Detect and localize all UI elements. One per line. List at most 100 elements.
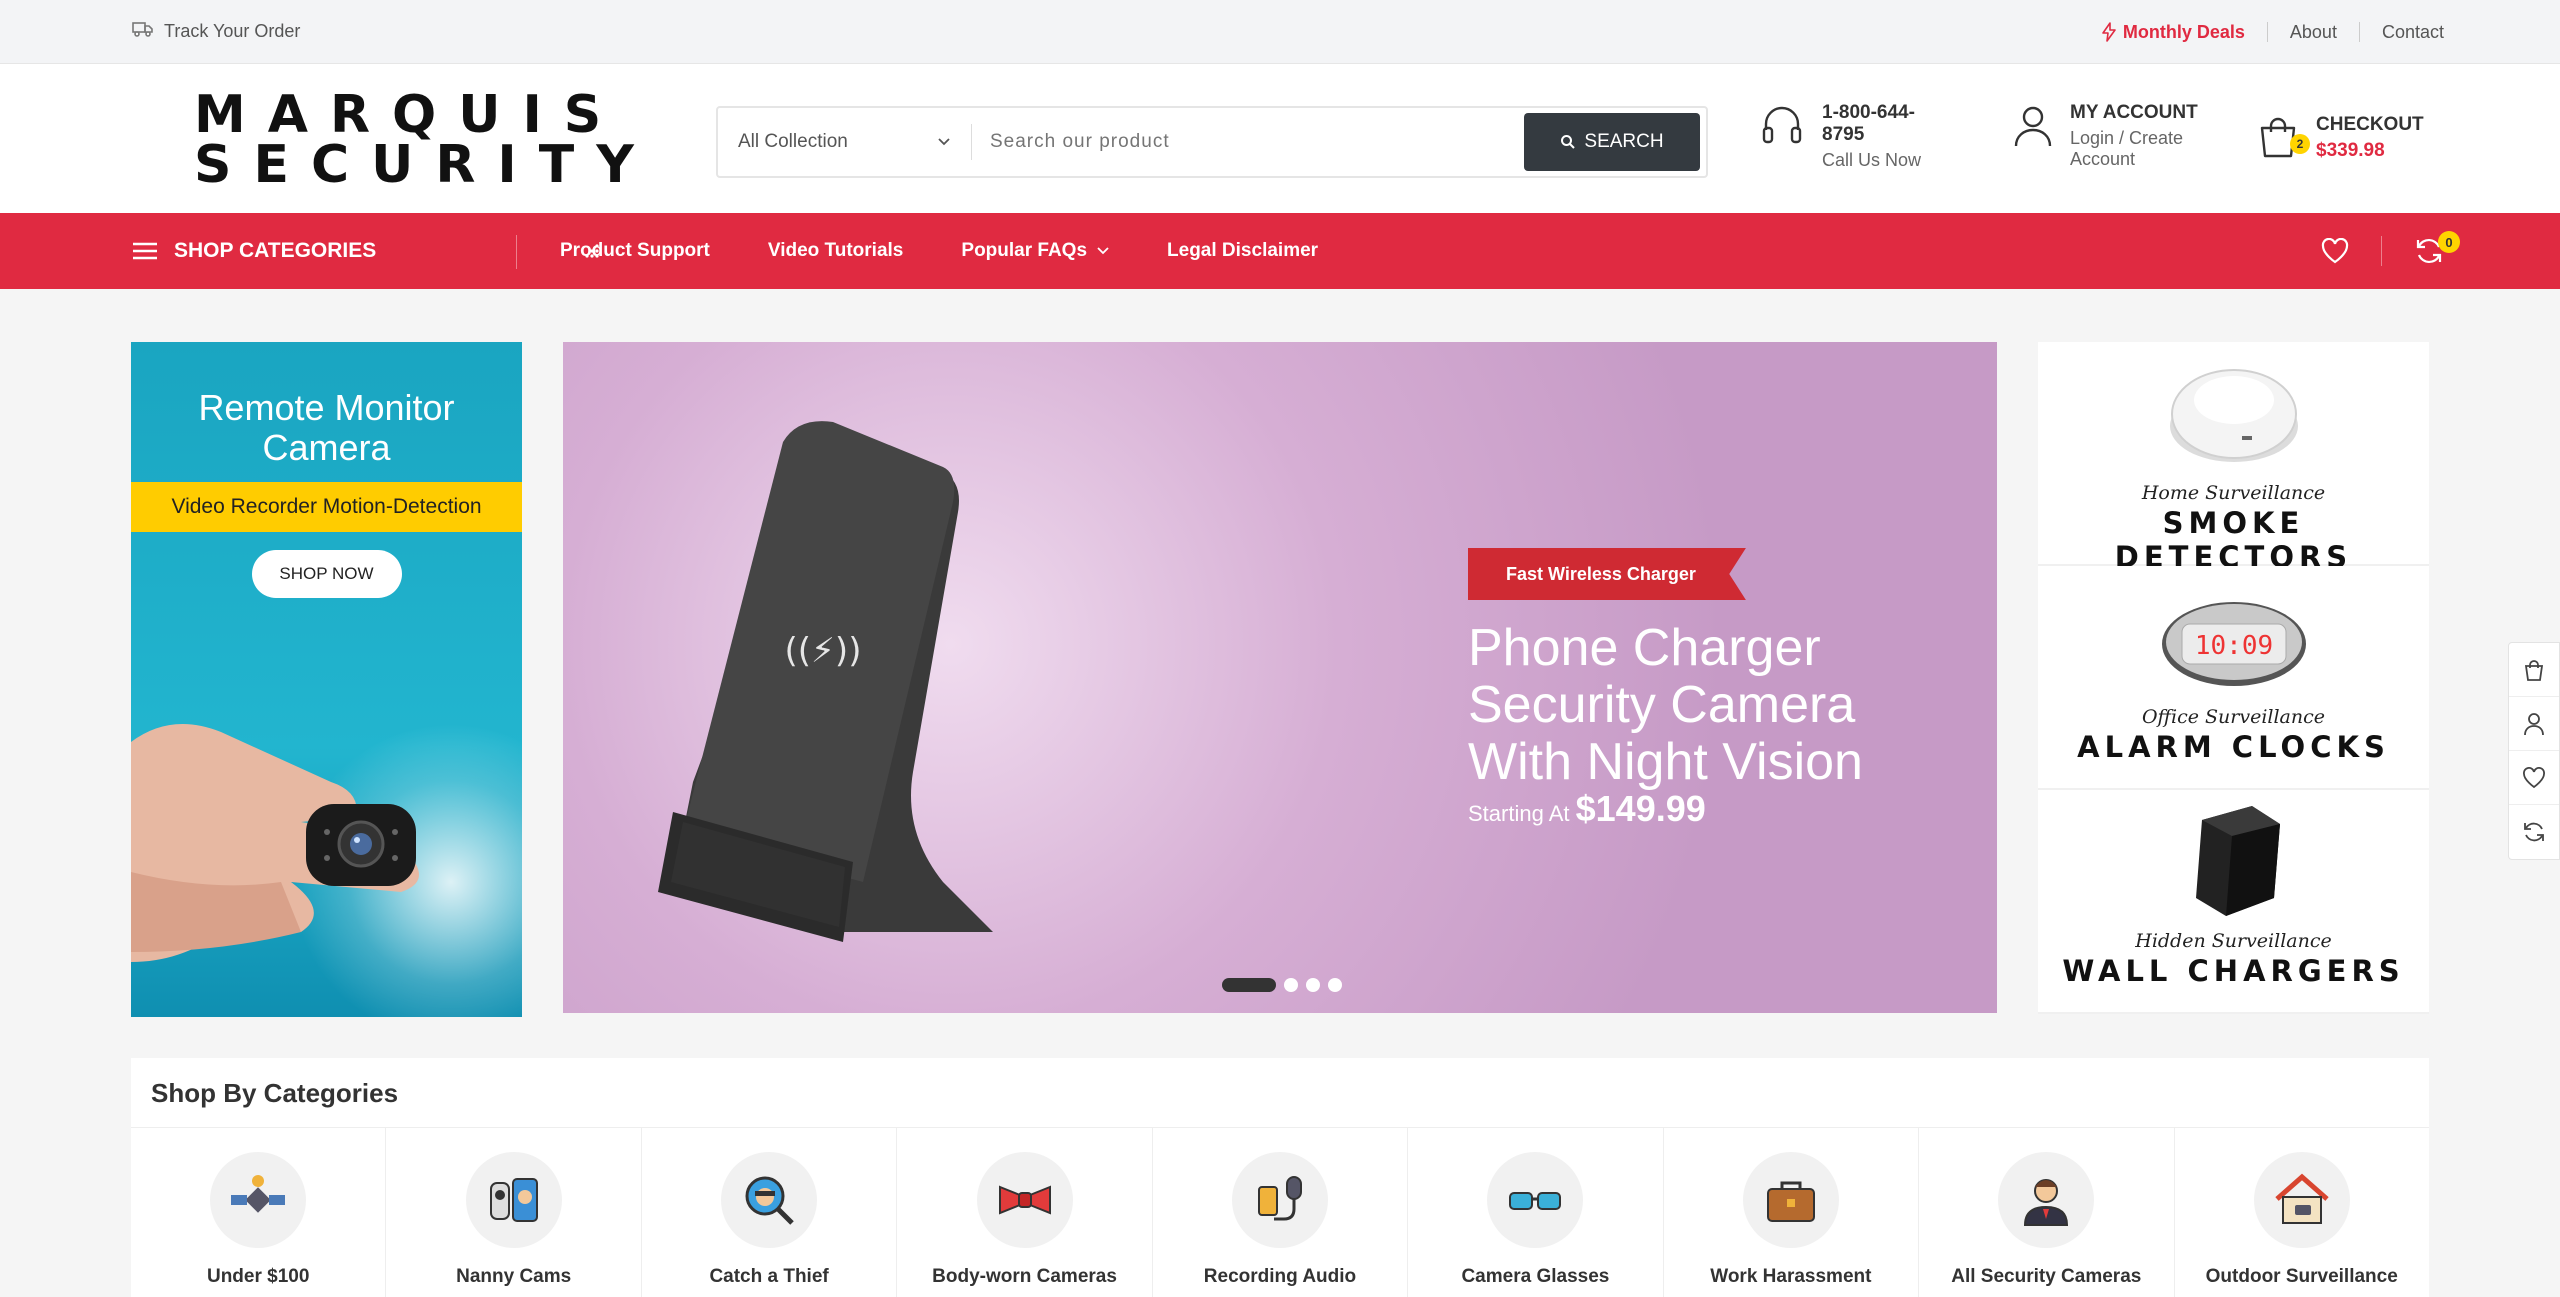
brand-logo[interactable]: MARQUIS SECURITY (180, 89, 650, 191)
promo-left-title: Remote Monitor Camera (198, 387, 455, 468)
thief-magnifier-icon (721, 1152, 818, 1248)
checkout-block[interactable]: 2 CHECKOUT $339.98 (2256, 114, 2424, 165)
category-outdoor-surveillance[interactable]: Outdoor Surveillance (2175, 1128, 2429, 1297)
slide-title: Phone Charger Security Camera With Night… (1468, 619, 1863, 791)
header: MARQUIS SECURITY All Collection SEARCH 1… (0, 64, 2560, 213)
slider-dot[interactable] (1284, 978, 1298, 992)
cart-icon-wrap: 2 (2256, 114, 2310, 165)
contact-link[interactable]: Contact (2358, 21, 2444, 42)
user-icon (2014, 106, 2052, 147)
monthly-deals-link[interactable]: Monthly Deals (2079, 22, 2267, 42)
nav-popular-faqs[interactable]: Popular FAQs (961, 240, 1109, 262)
nav-legal-disclaimer[interactable]: Legal Disclaimer (1167, 240, 1318, 262)
category-label: Camera Glasses (1461, 1266, 1610, 1287)
security-guard-icon (1998, 1152, 2095, 1248)
sidebar-wishlist-button[interactable] (2509, 751, 2559, 805)
shop-categories-toggle[interactable]: SHOP CATEGORIES (132, 239, 600, 263)
compare-button[interactable]: 0 (2414, 231, 2460, 265)
promo-alarm-title: ALARM CLOCKS (2077, 730, 2390, 764)
baby-monitor-icon (465, 1152, 562, 1248)
category-label: Catch a Thief (709, 1266, 829, 1287)
promo-alarm-sub: Office Surveillance (2141, 706, 2326, 728)
slider-dot[interactable] (1328, 978, 1342, 992)
slide-price: Starting At $149.99 (1468, 788, 1706, 830)
category-label: Outdoor Surveillance (2205, 1266, 2398, 1287)
nav-divider (516, 235, 517, 269)
hero-slider[interactable]: ((⚡)) Fast Wireless Charger Phone Charge… (563, 342, 1997, 1013)
category-label: Nanny Cams (456, 1266, 572, 1287)
main-nav: SHOP CATEGORIES Product Support Video Tu… (0, 213, 2560, 289)
chevron-down-icon (1097, 247, 1109, 255)
search-button-label: SEARCH (1584, 131, 1664, 152)
category-all-security-cameras[interactable]: All Security Cameras (1919, 1128, 2175, 1297)
promo-smoke-detectors[interactable]: Home Surveillance SMOKE DETECTORS (2038, 342, 2429, 574)
support-block[interactable]: 1-800-644-8795 Call Us Now (1758, 102, 1942, 171)
promo-smoke-sub: Home Surveillance (2141, 482, 2326, 504)
category-label: Recording Audio (1203, 1266, 1357, 1287)
heart-icon (2523, 766, 2545, 788)
search-input[interactable] (972, 131, 1524, 153)
wireless-charger-image: ((⚡)) (658, 421, 993, 942)
category-nanny-cams[interactable]: Nanny Cams (386, 1128, 642, 1297)
category-label: Under $100 (206, 1266, 310, 1287)
account-block[interactable]: MY ACCOUNT Login / Create Account (2012, 102, 2210, 170)
chevron-down-icon (938, 138, 950, 146)
promo-wall-title: WALL CHARGERS (2062, 954, 2405, 988)
account-title: MY ACCOUNT (2070, 102, 2198, 123)
category-under-100[interactable]: Under $100 (131, 1128, 387, 1297)
category-label: All Security Cameras (1951, 1266, 2142, 1287)
promo-alarm-clocks[interactable]: 10:09 Office Surveillance ALARM CLOCKS (2038, 566, 2429, 790)
slide-price-prefix: Starting At (1468, 801, 1570, 826)
hamburger-icon (133, 242, 157, 260)
audio-recorder-icon (1231, 1152, 1328, 1248)
category-work-harassment[interactable]: Work Harassment (1664, 1128, 1920, 1297)
brand-line-1: MARQUIS (194, 85, 624, 145)
wishlist-heart-icon[interactable] (2321, 238, 2349, 264)
category-catch-a-thief[interactable]: Catch a Thief (642, 1128, 898, 1297)
nav-product-support[interactable]: Product Support (560, 240, 710, 262)
sidebar-compare-button[interactable] (2509, 805, 2559, 859)
collection-select-value: All Collection (738, 131, 848, 152)
bow-tie-icon (976, 1152, 1073, 1248)
hand-holding-camera-image (131, 724, 419, 962)
sidebar-account-button[interactable] (2509, 697, 2559, 751)
category-label: Work Harassment (1710, 1266, 1872, 1287)
promo-smoke-title: SMOKE DETECTORS (2114, 506, 2353, 574)
slide-price-value: $149.99 (1575, 788, 1706, 829)
about-link[interactable]: About (2266, 21, 2359, 42)
promo-remote-monitor-camera[interactable]: Remote Monitor Camera Video Recorder Mot… (131, 342, 522, 1017)
monthly-deals-label: Monthly Deals (2122, 21, 2245, 42)
collection-select[interactable]: All Collection (718, 124, 972, 160)
shop-by-categories-heading: Shop By Categories (131, 1058, 2429, 1128)
lightning-icon (2102, 21, 2116, 42)
track-order-label: Track Your Order (164, 21, 301, 41)
top-bar: Track Your Order Monthly Deals About Con… (0, 0, 2560, 64)
promo-left-strip: Video Recorder Motion-Detection (131, 482, 522, 532)
support-subtitle: Call Us Now (1822, 150, 1922, 170)
slider-dot[interactable] (1306, 978, 1320, 992)
category-body-worn-cameras[interactable]: Body-worn Cameras (897, 1128, 1153, 1297)
support-phone: 1-800-644-8795 (1822, 102, 1915, 145)
slider-dot[interactable] (1222, 978, 1276, 992)
category-camera-glasses[interactable]: Camera Glasses (1408, 1128, 1664, 1297)
promo-wall-chargers[interactable]: Hidden Surveillance WALL CHARGERS (2038, 790, 2429, 1014)
shop-by-categories: Shop By Categories Under $100 Nanny Cams… (131, 1058, 2429, 1297)
sidebar-cart-button[interactable] (2509, 643, 2559, 697)
shopping-bag-icon (2524, 659, 2544, 681)
slider-pagination (1222, 978, 1342, 992)
track-order-link[interactable]: Track Your Order (132, 20, 300, 43)
category-recording-audio[interactable]: Recording Audio (1153, 1128, 1409, 1297)
compare-refresh-icon (2524, 822, 2544, 842)
user-icon (2524, 712, 2544, 735)
promo-wall-sub: Hidden Surveillance (2135, 930, 2332, 952)
svg-text:((⚡)): ((⚡)) (785, 631, 862, 671)
cart-total: $339.98 (2316, 140, 2385, 161)
brand-line-2: SECURITY (194, 135, 656, 195)
right-promo-column: Home Surveillance SMOKE DETECTORS 10:09 … (2038, 342, 2429, 1014)
search-button[interactable]: SEARCH (1524, 113, 1700, 171)
house-camera-icon (2253, 1152, 2350, 1248)
nav-video-tutorials[interactable]: Video Tutorials (768, 240, 904, 262)
shop-now-button[interactable]: SHOP NOW (251, 550, 402, 598)
nav-popular-faqs-label: Popular FAQs (961, 240, 1088, 261)
smoke-detector-image (2170, 369, 2298, 462)
